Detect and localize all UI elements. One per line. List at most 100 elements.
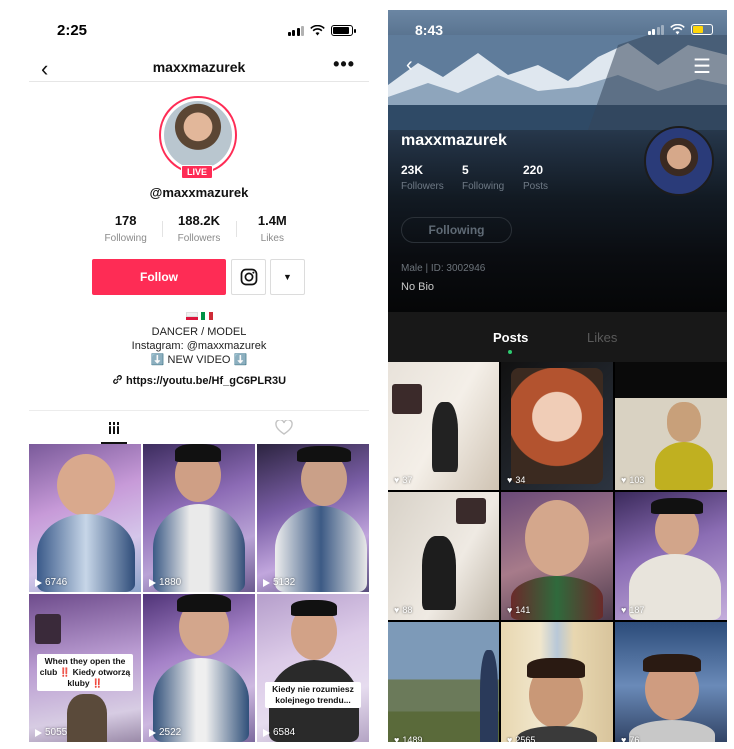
stat-label: Following <box>104 233 147 244</box>
stat-posts[interactable]: 220 Posts <box>523 163 584 192</box>
content-tabs: Posts Likes <box>388 312 727 362</box>
avatar[interactable] <box>159 96 237 174</box>
like-count: ♥ 88 <box>394 605 412 615</box>
post-thumbnail[interactable]: ♥ 103 <box>615 362 727 490</box>
stat-followers[interactable]: 188.2K Followers <box>162 213 235 244</box>
tab-posts[interactable]: Posts <box>493 330 528 345</box>
post-thumbnail[interactable]: ♥ 1489 <box>388 622 499 742</box>
more-icon[interactable]: ••• <box>333 54 355 75</box>
like-count-text: 103 <box>629 475 645 485</box>
video-thumbnail[interactable]: 2522 <box>143 594 255 742</box>
stat-value: 188.2K <box>178 213 220 228</box>
tab-videos[interactable] <box>29 411 199 444</box>
view-count-text: 5132 <box>273 577 296 588</box>
video-thumbnail[interactable]: 1880 <box>143 444 255 592</box>
like-count-text: 37 <box>402 475 413 485</box>
bio-line: Instagram: @maxxmazurek <box>131 340 267 352</box>
mountain-banner <box>388 35 727 130</box>
heart-icon: ♥ <box>621 735 627 742</box>
wifi-icon <box>670 24 685 35</box>
post-thumbnail[interactable]: ♥ 2565 <box>501 622 613 742</box>
dropdown-button[interactable]: ▼ <box>270 259 305 295</box>
view-count: 2522 <box>149 727 181 738</box>
like-count: ♥ 141 <box>507 605 530 615</box>
status-bar: 2:25 <box>29 10 369 54</box>
like-count-text: 2565 <box>515 735 536 742</box>
stat-following[interactable]: 178 Following <box>89 213 162 244</box>
play-icon <box>263 578 270 587</box>
view-count: 6584 <box>263 727 295 738</box>
view-count-text: 6584 <box>273 727 296 738</box>
stat-value: 178 <box>114 213 137 228</box>
stat-value: 220 <box>523 163 544 177</box>
poland-flag-icon <box>185 312 198 320</box>
follow-button[interactable]: Follow <box>92 259 226 295</box>
tab-liked[interactable] <box>199 411 369 444</box>
profile-header: 8:43 ‹ ☰ maxxmazurek 23K Followers 5 Fol… <box>388 10 727 312</box>
menu-icon[interactable]: ☰ <box>693 54 711 79</box>
post-thumbnail[interactable]: ♥ 141 <box>501 492 613 620</box>
live-badge[interactable]: LIVE <box>181 165 214 179</box>
wifi-icon <box>310 25 325 36</box>
post-thumbnail[interactable]: ♥ 34 <box>501 362 613 490</box>
like-count: ♥ 187 <box>621 605 644 615</box>
view-count-text: 2522 <box>159 727 182 738</box>
bio-link[interactable]: https://youtu.be/Hf_gC6PLR3U <box>29 374 369 387</box>
video-thumbnail[interactable]: 6746 <box>29 444 141 592</box>
video-thumbnail[interactable]: Kiedy nie rozumiesz kolejnego trendu... … <box>257 594 369 742</box>
link-icon <box>112 375 122 384</box>
video-caption: When they open the club ‼️ Kiedy otworzą… <box>37 654 133 691</box>
play-icon <box>35 578 42 587</box>
signal-icon <box>287 25 304 36</box>
avatar-image <box>164 101 232 169</box>
heart-icon: ♥ <box>507 735 513 742</box>
stat-label: Followers <box>177 233 221 244</box>
system-icons <box>287 25 356 36</box>
stat-label: Following <box>462 181 505 192</box>
active-tab-indicator <box>508 350 512 354</box>
stat-followers[interactable]: 23K Followers <box>401 163 462 192</box>
avatar[interactable] <box>644 126 714 196</box>
heart-icon: ♥ <box>621 475 627 485</box>
stat-label: Posts <box>523 181 549 192</box>
video-grid: 6746 1880 5132 When they open the club ‼… <box>29 444 369 742</box>
instagram-button[interactable] <box>231 259 266 295</box>
like-count: ♥ 103 <box>621 475 644 485</box>
heart-icon: ♥ <box>394 475 400 485</box>
profile-bio: No Bio <box>401 281 435 293</box>
grid-icon <box>108 421 120 434</box>
video-caption: Kiedy nie rozumiesz kolejnego trendu... <box>265 682 361 708</box>
tab-likes[interactable]: Likes <box>587 330 617 345</box>
like-count-text: 34 <box>515 475 526 485</box>
like-count-text: 76 <box>629 735 640 742</box>
stat-likes[interactable]: 1.4M Likes <box>235 213 309 244</box>
view-count-text: 1880 <box>159 577 182 588</box>
heart-icon: ♥ <box>394 735 400 742</box>
post-thumbnail[interactable]: ♥ 187 <box>615 492 727 620</box>
instagram-icon <box>240 268 257 286</box>
back-icon[interactable]: ‹ <box>406 54 413 77</box>
profile-stats: 178 Following 188.2K Followers 1.4M Like… <box>89 213 309 244</box>
view-count: 6746 <box>35 577 67 588</box>
post-grid: ♥ 37 ♥ 34 ♥ 103 ♥ 88 ♥ 141 ♥ 187 ♥ 1489 … <box>388 362 727 742</box>
like-count-text: 1489 <box>402 735 423 742</box>
play-icon <box>263 728 270 737</box>
post-thumbnail[interactable]: ♥ 37 <box>388 362 499 490</box>
like-count-text: 141 <box>515 605 531 615</box>
stat-following[interactable]: 5 Following <box>462 163 523 192</box>
flags <box>29 312 369 320</box>
system-icons <box>647 24 713 35</box>
bio-line: ⬇️ NEW VIDEO ⬇️ <box>150 354 248 366</box>
following-button[interactable]: Following <box>401 217 512 243</box>
battery-icon <box>331 25 356 36</box>
status-time: 2:25 <box>57 22 88 39</box>
video-thumbnail[interactable]: 5132 <box>257 444 369 592</box>
video-thumbnail[interactable]: When they open the club ‼️ Kiedy otworzą… <box>29 594 141 742</box>
play-icon <box>35 728 42 737</box>
stat-label: Followers <box>401 181 444 192</box>
post-thumbnail[interactable]: ♥ 88 <box>388 492 499 620</box>
play-icon <box>149 728 156 737</box>
heart-icon: ♥ <box>507 605 513 615</box>
profile-bio: DANCER / MODEL Instagram: @maxxmazurek ⬇… <box>29 325 369 367</box>
post-thumbnail[interactable]: ♥ 76 <box>615 622 727 742</box>
